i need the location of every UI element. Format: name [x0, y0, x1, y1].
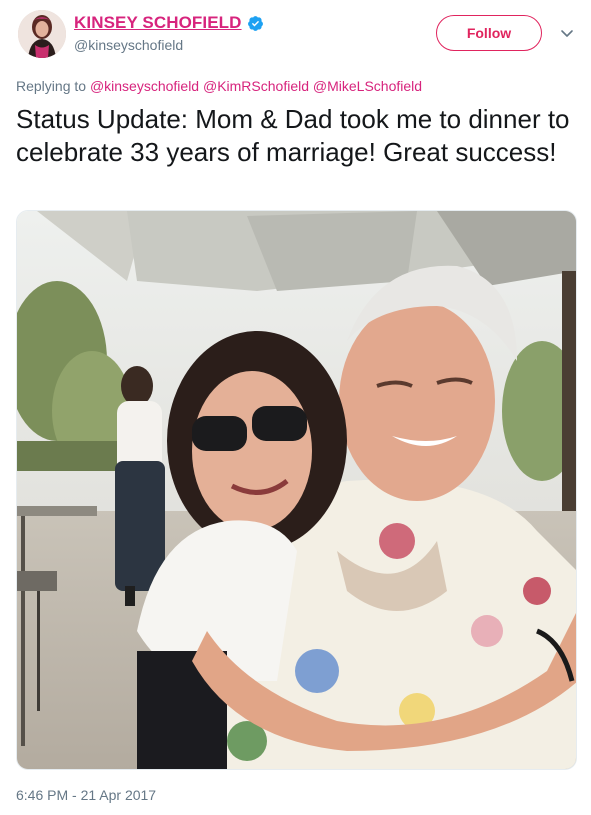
replying-to-label: Replying to — [16, 78, 87, 94]
tweet-photo[interactable] — [16, 210, 577, 770]
replying-to: Replying to @kinseyschofield @KimRSchofi… — [16, 78, 422, 94]
mention-link[interactable]: @kinseyschofield — [90, 78, 199, 94]
tweet-timestamp[interactable]: 6:46 PM - 21 Apr 2017 — [16, 787, 156, 803]
tweet-text: Status Update: Mom & Dad took me to dinn… — [16, 104, 570, 167]
follow-button[interactable]: Follow — [436, 15, 542, 51]
user-name-block: KINSEY SCHOFIELD @kinseyschofield — [74, 13, 264, 53]
photo-image — [17, 211, 576, 769]
chevron-down-icon[interactable] — [559, 25, 575, 41]
mention-link[interactable]: @KimRSchofield — [203, 78, 309, 94]
avatar[interactable] — [18, 10, 66, 58]
display-name[interactable]: KINSEY SCHOFIELD — [74, 13, 242, 33]
mention-link[interactable]: @MikeLSchofield — [313, 78, 422, 94]
verified-badge-icon — [247, 15, 263, 31]
user-handle[interactable]: @kinseyschofield — [74, 37, 264, 53]
tweet-header: KINSEY SCHOFIELD @kinseyschofield Follow — [14, 10, 580, 58]
